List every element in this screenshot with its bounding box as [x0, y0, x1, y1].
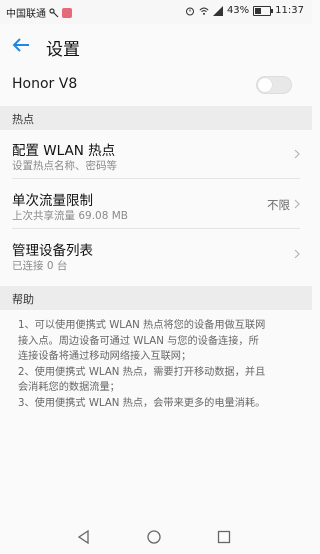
- status-right: 43% 11:37: [185, 5, 304, 16]
- row-subtitle: 上次共享流量 69.08 MB: [12, 210, 128, 222]
- navigation-bar: [0, 520, 312, 554]
- key-icon: [49, 7, 59, 17]
- row-data-limit[interactable]: 单次流量限制 上次共享流量 69.08 MB 不限: [0, 181, 312, 229]
- chevron-right-icon: [294, 149, 300, 159]
- back-triangle-icon[interactable]: [76, 529, 92, 545]
- row-title: 配置 WLAN 热点: [12, 143, 116, 159]
- battery-icon: [253, 5, 274, 16]
- wifi-icon: [199, 7, 209, 15]
- help-line: 3、使用便携式 WLAN 热点，会带来更多的电量消耗。: [18, 397, 266, 409]
- section-title: 帮助: [12, 293, 34, 306]
- divider: [12, 228, 300, 229]
- row-manage-devices[interactable]: 管理设备列表 已连接 0 台: [0, 231, 312, 279]
- help-line: 接入点。周边设备可通过 WLAN 与您的设备连接，所: [18, 335, 259, 347]
- status-left: 中国联通: [6, 5, 72, 20]
- section-header-hotspot: 热点: [0, 106, 312, 130]
- row-configure-wlan-hotspot[interactable]: 配置 WLAN 热点 设置热点名称、密码等: [0, 131, 312, 179]
- divider: [12, 178, 300, 179]
- recents-square-icon[interactable]: [216, 529, 232, 545]
- carrier-label: 中国联通: [6, 9, 46, 20]
- section-header-help: 帮助: [0, 286, 312, 310]
- battery-percent: 43%: [226, 5, 250, 16]
- clock: 11:37: [275, 5, 304, 16]
- row-title: 单次流量限制: [12, 193, 93, 209]
- status-bar: 中国联通 43% 11:37: [0, 0, 312, 24]
- help-line: 会消耗您的数据流量；: [18, 382, 120, 394]
- hotspot-toggle-row[interactable]: Honor V8: [0, 66, 312, 106]
- help-line: 2、使用便携式 WLAN 热点，需要打开移动数据，并且: [18, 366, 266, 378]
- signal-icon: [212, 5, 223, 16]
- back-arrow-icon[interactable]: [10, 34, 32, 56]
- row-subtitle: 已连接 0 台: [12, 260, 68, 272]
- battery-level: [255, 7, 262, 14]
- app-bar: 设置: [0, 24, 312, 66]
- section-title: 热点: [12, 113, 34, 126]
- home-circle-icon[interactable]: [146, 529, 162, 545]
- row-value: 不限: [267, 198, 290, 212]
- chevron-right-icon: [294, 199, 300, 209]
- chevron-right-icon: [294, 249, 300, 259]
- notification-icon: [62, 7, 72, 18]
- help-text: 1、可以使用便携式 WLAN 热点将您的设备用做互联网 接入点。周边设备可通过 …: [18, 318, 300, 412]
- hotspot-switch[interactable]: [256, 76, 292, 94]
- page-title: 设置: [46, 40, 80, 60]
- row-subtitle: 设置热点名称、密码等: [12, 160, 117, 172]
- help-line: 连接设备将通过移动网络接入互联网；: [18, 351, 192, 363]
- help-line: 1、可以使用便携式 WLAN 热点将您的设备用做互联网: [18, 320, 266, 331]
- device-name-label: Honor V8: [12, 76, 78, 92]
- switch-knob: [258, 78, 272, 92]
- alarm-icon: [185, 7, 194, 15]
- row-title: 管理设备列表: [12, 243, 93, 259]
